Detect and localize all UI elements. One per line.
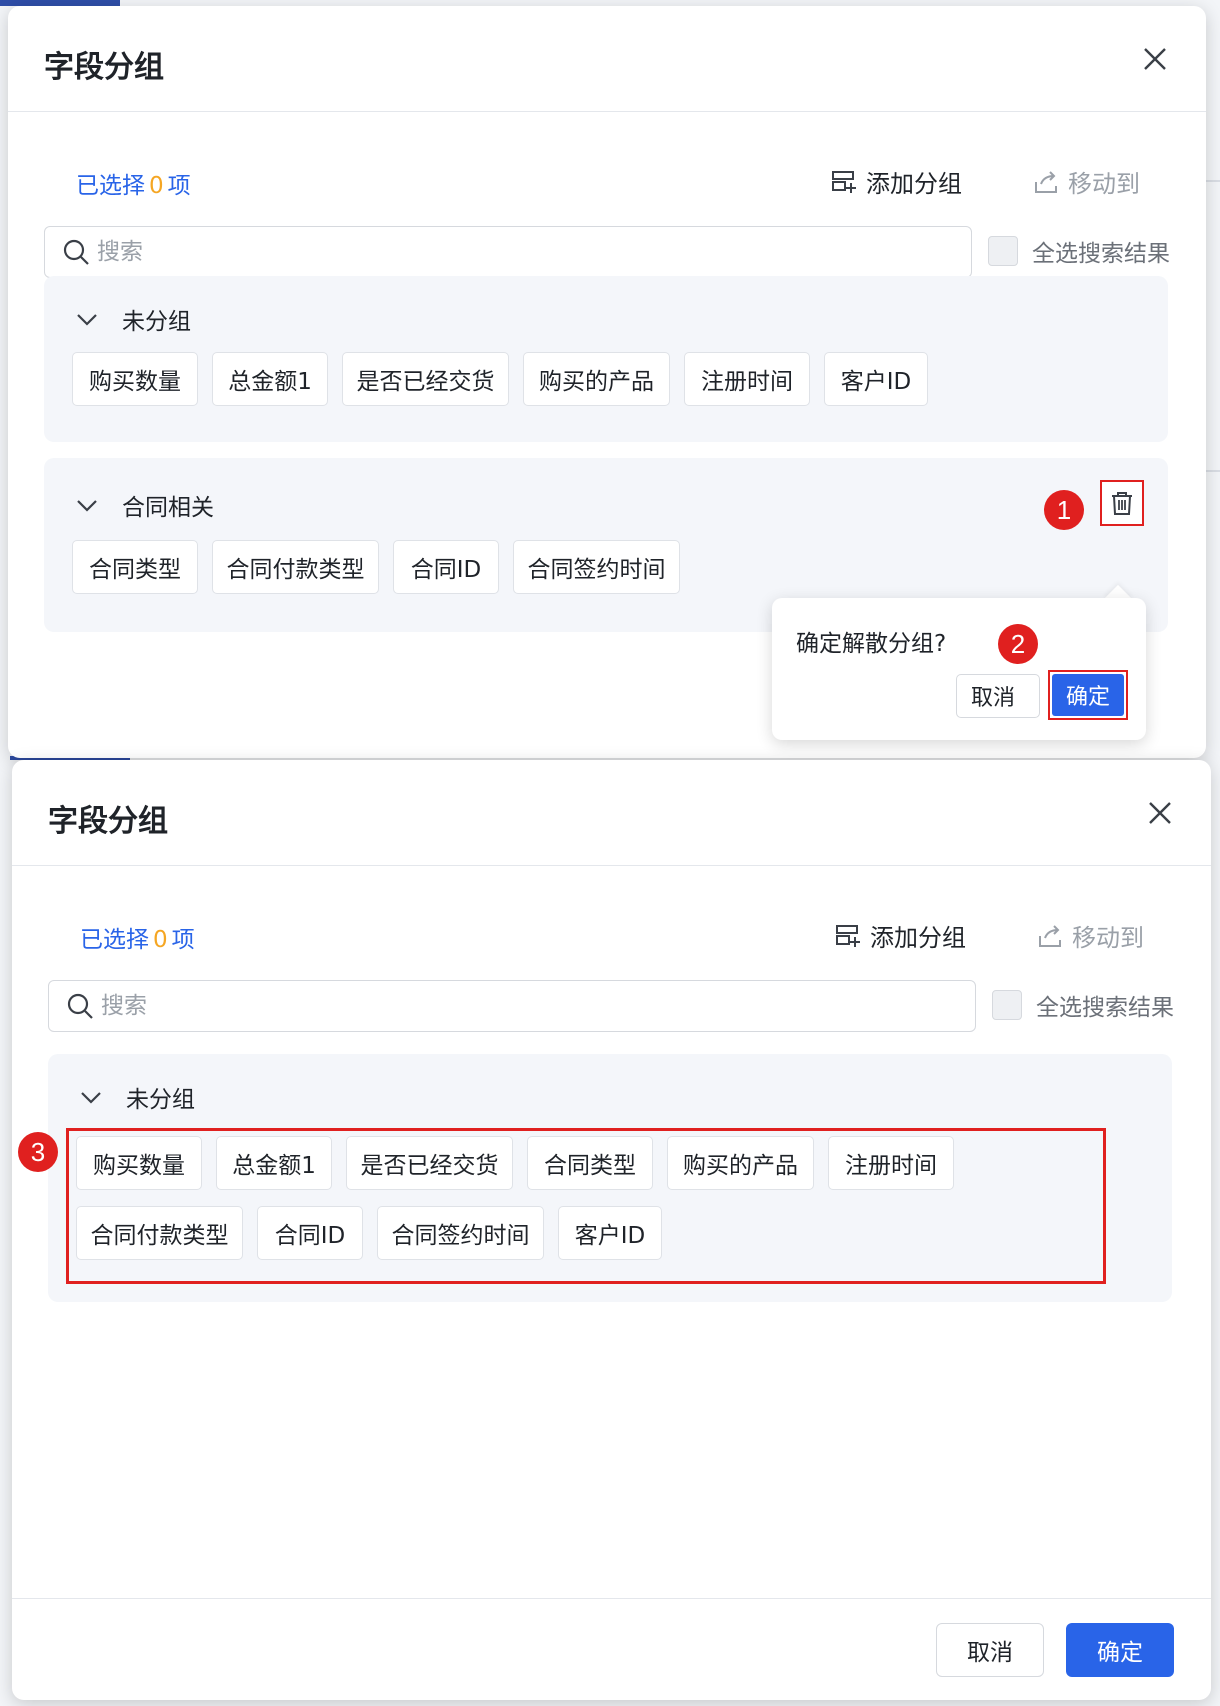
move-to-label: 移动到 [1072, 924, 1144, 952]
trash-icon [1112, 492, 1132, 515]
field-group-dialog-before: 字段分组 已选择0项 添加分组 移动到 全选搜索结果 [8, 6, 1206, 758]
select-all-checkbox[interactable] [992, 990, 1022, 1020]
selected-number: 0 [153, 927, 168, 953]
selected-count: 已选择 0 项 [80, 920, 195, 954]
add-group-label: 添加分组 [866, 170, 962, 198]
field-chip[interactable]: 合同ID [393, 540, 499, 594]
close-icon [1144, 48, 1166, 70]
chevron-down-icon[interactable] [78, 1084, 104, 1110]
add-group-label: 添加分组 [870, 924, 966, 952]
group-header[interactable]: 未分组 [74, 302, 191, 336]
dialog-header: 字段分组 [12, 760, 1211, 866]
popconfirm-ok-highlight: 确定 [1048, 670, 1128, 720]
select-all-search-results[interactable]: 全选搜索结果 [992, 988, 1174, 1022]
search-icon [63, 239, 89, 265]
search-icon [67, 993, 93, 1019]
selected-number: 0 [149, 173, 164, 199]
disband-group-popconfirm: 确定解散分组? 取消 确定 [772, 598, 1146, 740]
delete-group-button[interactable] [1100, 480, 1144, 526]
search-box [44, 226, 972, 278]
select-all-checkbox[interactable] [988, 236, 1018, 266]
popconfirm-ok-button[interactable]: 确定 [1052, 674, 1124, 716]
group-name: 未分组 [122, 309, 191, 335]
dialog-title: 字段分组 [44, 50, 164, 85]
add-group-button[interactable]: 添加分组 [834, 918, 966, 953]
confirm-button[interactable]: 确定 [1066, 1623, 1174, 1677]
chevron-down-icon[interactable] [74, 306, 100, 332]
chevron-down-icon[interactable] [74, 492, 100, 518]
field-chip[interactable]: 合同类型 [72, 540, 198, 594]
move-to-button[interactable]: 移动到 [1032, 164, 1140, 199]
selected-suffix: 项 [171, 927, 195, 953]
selected-prefix: 已选择 [76, 173, 145, 199]
add-group-button[interactable]: 添加分组 [830, 164, 962, 199]
group-header[interactable]: 合同相关 [74, 488, 214, 522]
move-to-icon [1039, 924, 1061, 947]
field-chip[interactable]: 注册时间 [684, 352, 810, 406]
dialog-footer: 取消 确定 [12, 1598, 1211, 1700]
search-box [48, 980, 976, 1032]
dialog-header: 字段分组 [8, 6, 1206, 112]
group-name: 未分组 [126, 1087, 195, 1113]
field-chip[interactable]: 合同付款类型 [212, 540, 379, 594]
group-header[interactable]: 未分组 [78, 1080, 195, 1114]
field-chip[interactable]: 是否已经交货 [342, 352, 509, 406]
group-name: 合同相关 [122, 495, 214, 521]
step-marker-2: 2 [998, 624, 1038, 664]
step-marker-1: 1 [1044, 490, 1084, 530]
result-highlight-box [66, 1128, 1106, 1284]
field-chip[interactable]: 合同签约时间 [513, 540, 680, 594]
add-group-icon [836, 924, 860, 947]
dialog-title: 字段分组 [48, 804, 168, 839]
background-divider [1206, 180, 1220, 182]
field-chip[interactable]: 总金额1 [212, 352, 328, 406]
move-to-button[interactable]: 移动到 [1036, 918, 1144, 953]
selected-prefix: 已选择 [80, 927, 149, 953]
move-to-icon [1035, 170, 1057, 193]
group-panel-ungrouped: 未分组 购买数量 总金额1 是否已经交货 购买的产品 注册时间 客户ID [44, 276, 1168, 442]
close-button[interactable] [1140, 44, 1170, 74]
select-all-label: 全选搜索结果 [1032, 241, 1170, 267]
selected-suffix: 项 [167, 173, 191, 199]
field-chip[interactable]: 客户ID [824, 352, 928, 406]
background-divider [1206, 470, 1220, 472]
field-group-dialog-after: 字段分组 已选择0项 添加分组 移动到 全选搜索结果 [12, 760, 1211, 1700]
step-marker-3: 3 [18, 1132, 58, 1172]
field-chip[interactable]: 购买的产品 [523, 352, 670, 406]
selected-count: 已选择 0 项 [76, 166, 191, 200]
add-group-icon [832, 170, 856, 193]
cancel-button[interactable]: 取消 [936, 1623, 1044, 1677]
search-input[interactable] [101, 993, 921, 1019]
select-all-label: 全选搜索结果 [1036, 995, 1174, 1021]
search-input[interactable] [97, 239, 917, 265]
close-button[interactable] [1145, 798, 1175, 828]
move-to-label: 移动到 [1068, 170, 1140, 198]
close-icon [1149, 802, 1171, 824]
popconfirm-message: 确定解散分组? [796, 631, 947, 657]
popconfirm-cancel-button[interactable]: 取消 [956, 674, 1040, 718]
select-all-search-results[interactable]: 全选搜索结果 [988, 234, 1170, 268]
field-chip[interactable]: 购买数量 [72, 352, 198, 406]
